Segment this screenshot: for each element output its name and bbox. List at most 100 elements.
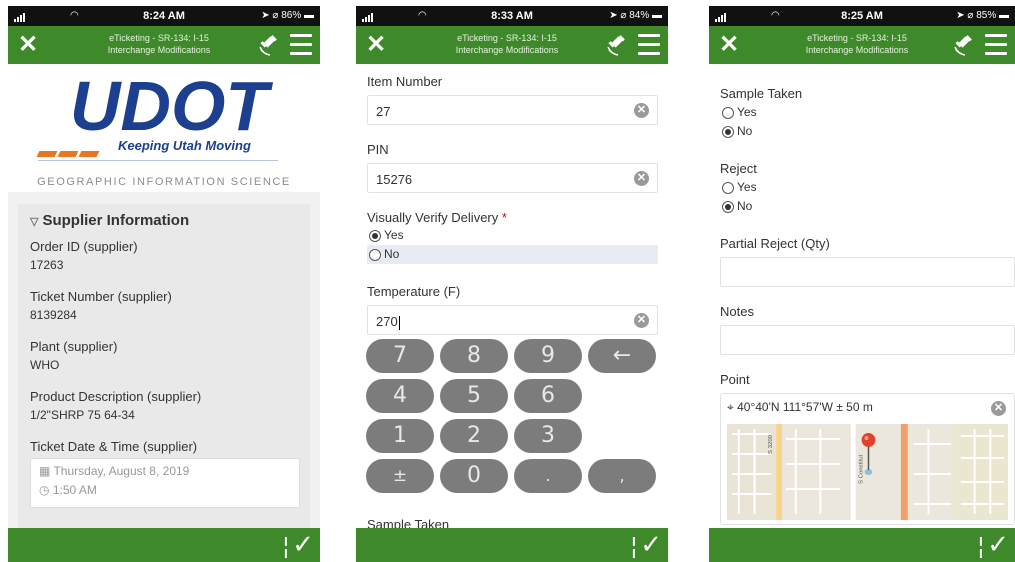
field-label: Ticket Date & Time (supplier): [30, 439, 198, 454]
key-comma[interactable]: ,: [588, 459, 656, 493]
field-label: Item Number: [367, 74, 443, 89]
partial-reject-field: Partial Reject (Qty): [720, 236, 1015, 287]
status-bar: ◠ 8:24 AM ➤ ⌀ 86% ▬: [8, 6, 320, 26]
field-label: Point: [720, 372, 750, 387]
tagline: Keeping Utah Moving: [36, 138, 278, 164]
radio-no[interactable]: No: [367, 245, 658, 264]
satellite-icon[interactable]: [953, 34, 975, 56]
close-icon[interactable]: ✕: [18, 31, 38, 59]
status-bar: ◠ 8:25 AM ➤ ⌀ 85% ▬: [709, 6, 1015, 26]
svg-text:S Constitut: S Constitut: [859, 454, 865, 484]
main-content: Item Number 27 ✕ PIN 15276 ✕ Visually Ve…: [356, 64, 668, 528]
calendar-icon: ▦: [39, 464, 51, 478]
key-5[interactable]: 5: [440, 379, 508, 413]
battery-indicator: ➤ ⌀ 86% ▬: [261, 10, 314, 21]
radio-empty-icon[interactable]: [369, 248, 381, 261]
key-7[interactable]: 7: [366, 339, 434, 373]
menu-icon[interactable]: [290, 34, 312, 61]
map-view[interactable]: S 3200 S Constitut: [727, 424, 1008, 520]
key-9[interactable]: 9: [514, 339, 582, 373]
phone-screen-supplier-info: ◠ 8:24 AM ➤ ⌀ 86% ▬ ✕ eTicketing - SR-13…: [8, 6, 320, 562]
info-icon[interactable]: ¦: [630, 532, 638, 560]
svg-text:S 3200: S 3200: [768, 434, 774, 454]
info-icon[interactable]: ¦: [282, 532, 290, 560]
radio-empty-icon[interactable]: [722, 181, 734, 194]
time-row: ◷ 1:50 AM: [39, 483, 97, 497]
radio-selected-icon[interactable]: [722, 125, 734, 138]
ticket-number-field: Ticket Number (supplier) 8139284: [30, 289, 298, 322]
field-label: Ticket Number (supplier): [30, 289, 172, 304]
field-label: PIN: [367, 142, 389, 157]
supplier-section: ▽ Supplier Information Order ID (supplier…: [18, 204, 310, 528]
radio-empty-icon[interactable]: [722, 106, 734, 119]
phone-screen-item-entry: ◠ 8:33 AM ➤ ⌀ 84% ▬ ✕ eTicketing - SR-13…: [356, 6, 668, 562]
radio-yes[interactable]: Yes: [367, 226, 658, 245]
key-8[interactable]: 8: [440, 339, 508, 373]
clear-icon[interactable]: ✕: [634, 313, 649, 328]
status-bar: ◠ 8:33 AM ➤ ⌀ 84% ▬: [356, 6, 668, 26]
notes-input[interactable]: [720, 325, 1015, 355]
app-header: ✕ eTicketing - SR-134: I-15 Interchange …: [356, 26, 668, 64]
section-header[interactable]: ▽ Supplier Information: [30, 212, 298, 229]
radio-selected-icon[interactable]: [369, 229, 381, 242]
date-row: ▦ Thursday, August 8, 2019: [39, 464, 190, 478]
project-title: eTicketing - SR-134: I-15 Interchange Mo…: [455, 33, 559, 55]
menu-icon[interactable]: [985, 34, 1007, 61]
radio-no[interactable]: No: [720, 197, 1015, 216]
item-number-input[interactable]: 27 ✕: [367, 95, 658, 125]
field-label: Visually Verify Delivery *: [367, 210, 507, 225]
product-description-field: Product Description (supplier) 1/2"SHRP …: [30, 389, 298, 422]
collapse-triangle-icon[interactable]: ▽: [30, 216, 38, 228]
radio-yes[interactable]: Yes: [720, 178, 1015, 197]
key-backspace[interactable]: ←: [588, 339, 656, 373]
key-2[interactable]: 2: [440, 419, 508, 453]
info-icon[interactable]: ¦: [977, 532, 985, 560]
logo-area: UDOT Keeping Utah Moving GEOGRAPHIC INFO…: [8, 64, 320, 192]
close-icon[interactable]: ✕: [366, 31, 386, 59]
battery-indicator: ➤ ⌀ 84% ▬: [609, 10, 662, 21]
project-title: eTicketing - SR-134: I-15 Interchange Mo…: [805, 33, 909, 55]
key-0[interactable]: 0: [440, 459, 508, 493]
menu-icon[interactable]: [638, 34, 660, 61]
battery-indicator: ➤ ⌀ 85% ▬: [956, 10, 1009, 21]
field-value: 1/2"SHRP 75 64-34: [30, 408, 135, 422]
clear-icon[interactable]: ✕: [991, 401, 1006, 416]
key-4[interactable]: 4: [366, 379, 434, 413]
clear-icon[interactable]: ✕: [634, 171, 649, 186]
field-label: Order ID (supplier): [30, 239, 138, 254]
key-decimal[interactable]: .: [514, 459, 582, 493]
field-value: 17263: [30, 258, 64, 272]
pin-input[interactable]: 15276 ✕: [367, 163, 658, 193]
key-3[interactable]: 3: [514, 419, 582, 453]
ticket-datetime-field: Ticket Date & Time (supplier) ▦ Thursday…: [30, 439, 300, 508]
field-value: 8139284: [30, 308, 77, 322]
submit-check-icon[interactable]: ✓: [640, 530, 662, 560]
field-label: Temperature (F): [367, 284, 461, 299]
radio-no[interactable]: No: [720, 122, 1015, 141]
field-label: Sample Taken: [367, 517, 450, 528]
satellite-icon[interactable]: [606, 34, 628, 56]
key-6[interactable]: 6: [514, 379, 582, 413]
close-icon[interactable]: ✕: [719, 31, 739, 59]
radio-yes[interactable]: Yes: [720, 103, 1015, 122]
key-plus-minus[interactable]: ±: [366, 459, 434, 493]
plant-field: Plant (supplier) WHO: [30, 339, 298, 372]
svg-text:UDOT: UDOT: [70, 76, 274, 136]
temperature-input[interactable]: 270 ✕: [367, 305, 658, 335]
satellite-icon[interactable]: [258, 34, 280, 56]
field-label: Partial Reject (Qty): [720, 236, 830, 251]
coordinate-readout: ⌖ 40°40'N 111°57'W ± 50 m: [727, 400, 873, 414]
radio-selected-icon[interactable]: [722, 200, 734, 213]
key-1[interactable]: 1: [366, 419, 434, 453]
gis-subtitle: GEOGRAPHIC INFORMATION SCIENCE: [37, 176, 291, 188]
udot-logo: UDOT: [70, 76, 274, 136]
field-label: Product Description (supplier): [30, 389, 202, 404]
submit-check-icon[interactable]: ✓: [292, 530, 314, 560]
reject-field: Reject Yes No: [720, 161, 1015, 216]
point-field: Point ⌖ 40°40'N 111°57'W ± 50 m ✕ S 3200…: [720, 372, 1015, 525]
submit-check-icon[interactable]: ✓: [987, 530, 1009, 560]
point-picker[interactable]: ⌖ 40°40'N 111°57'W ± 50 m ✕ S 3200 S Con…: [720, 393, 1015, 525]
datetime-picker[interactable]: ▦ Thursday, August 8, 2019 ◷ 1:50 AM: [30, 458, 300, 508]
clear-icon[interactable]: ✕: [634, 103, 649, 118]
partial-reject-input[interactable]: [720, 257, 1015, 287]
